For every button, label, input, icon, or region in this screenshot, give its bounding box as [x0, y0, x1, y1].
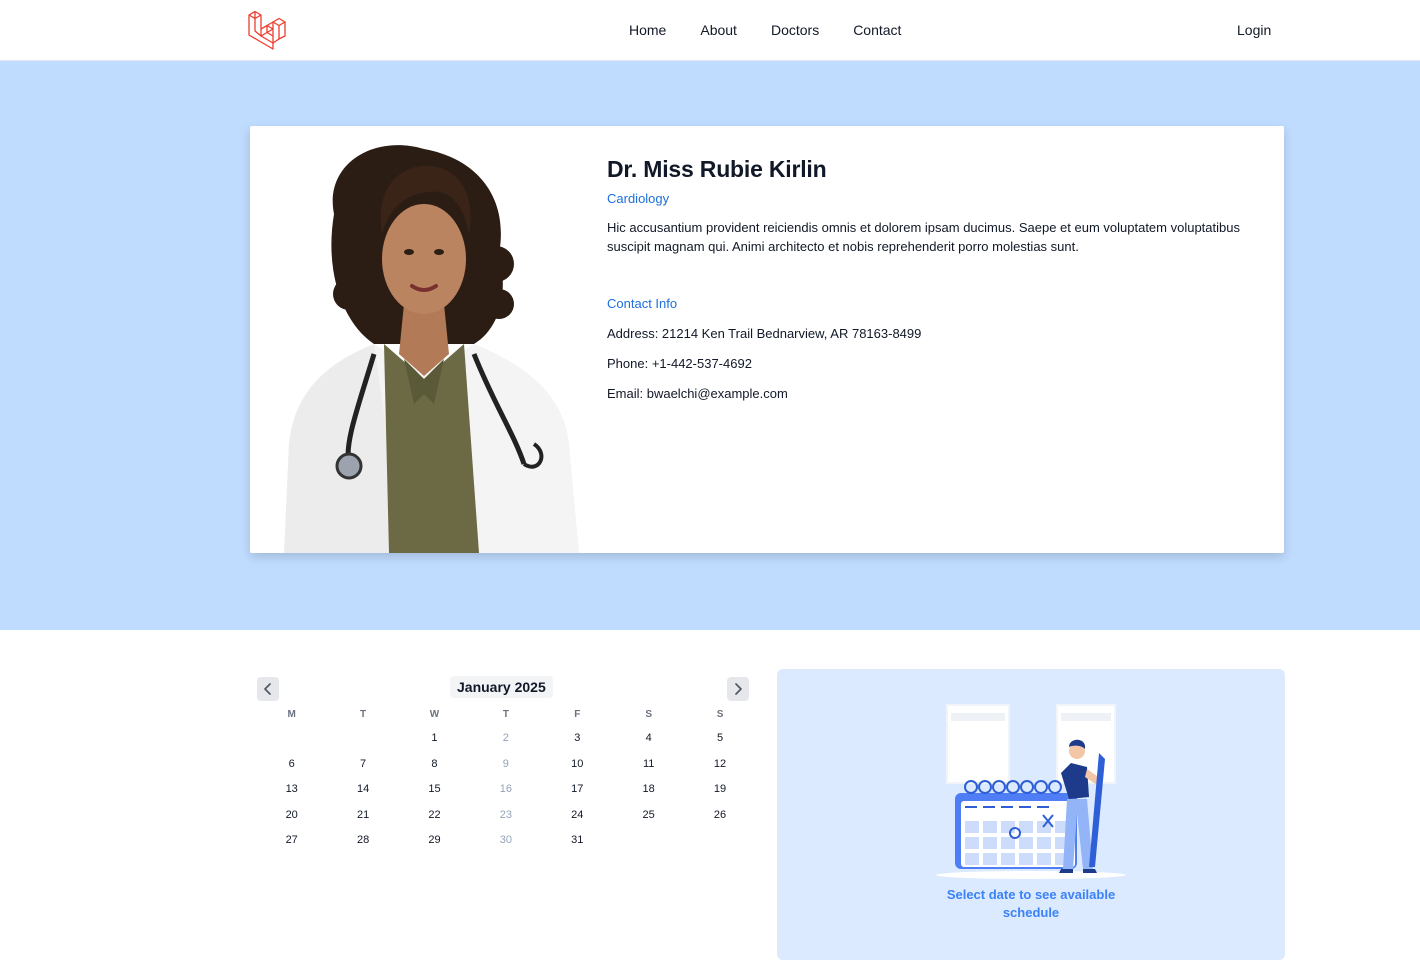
weekday-label: M: [287, 709, 296, 720]
calendar-header: January 2025: [256, 676, 750, 702]
schedule-panel: Select date to see available schedule: [777, 669, 1285, 960]
calendar-day: 23: [499, 808, 512, 821]
calendar-day[interactable]: 15: [399, 781, 470, 807]
nav-contact-link[interactable]: Contact: [853, 22, 901, 38]
previous-month-button[interactable]: [257, 677, 279, 701]
calendar-day[interactable]: 24: [542, 807, 613, 833]
calendar-day[interactable]: 11: [613, 756, 684, 782]
doctor-email: Email: bwaelchi@example.com: [607, 386, 788, 401]
calendar-day[interactable]: 21: [327, 807, 398, 833]
login-link[interactable]: Login: [1237, 22, 1271, 38]
calendar-day[interactable]: 13: [256, 781, 327, 807]
weekday-header-row: M T W T F S S: [256, 709, 750, 725]
calendar-day: 16: [499, 783, 512, 795]
weekday-label: S: [645, 709, 652, 720]
calendar-day[interactable]: 27: [256, 832, 327, 858]
appointment-calendar: January 2025 M T W T F S S 1 2 3 4 5 6 7 8 9 10 11…: [256, 676, 750, 858]
calendar-day[interactable]: 29: [399, 832, 470, 858]
calendar-day[interactable]: 7: [327, 756, 398, 782]
calendar-day[interactable]: 3: [542, 730, 613, 756]
doctor-profile-card: Dr. Miss Rubie Kirlin Cardiology Hic acc…: [250, 126, 1284, 553]
doctor-name: Dr. Miss Rubie Kirlin: [607, 156, 827, 182]
calendar-day[interactable]: 25: [613, 807, 684, 833]
calendar-day: 30: [499, 834, 512, 846]
nav-about-link[interactable]: About: [700, 22, 737, 38]
calendar-day[interactable]: 26: [684, 807, 755, 833]
doctor-specialty: Cardiology: [607, 191, 670, 206]
calendar-blank-cell: [327, 730, 398, 756]
main-nav: Home About Doctors Contact: [629, 22, 901, 38]
doctor-phone: Phone: +1-442-537-4692: [607, 356, 752, 371]
calendar-day[interactable]: 6: [256, 756, 327, 782]
calendar-day[interactable]: 20: [256, 807, 327, 833]
calendar-day: 9: [502, 757, 509, 770]
schedule-hint-text: Select date to see available schedule: [946, 887, 1116, 920]
doctor-bio: Hic accusantium provident reiciendis omn…: [607, 220, 1240, 254]
top-navbar: Home About Doctors Contact Login: [0, 0, 1420, 61]
calendar-day[interactable]: 4: [613, 730, 684, 756]
calendar-day: 2: [502, 732, 509, 744]
doctor-hero-section: Dr. Miss Rubie Kirlin Cardiology Hic acc…: [0, 61, 1420, 630]
contact-info-heading: Contact Info: [607, 296, 678, 311]
calendar-day[interactable]: 5: [684, 730, 755, 756]
nav-doctors-link[interactable]: Doctors: [771, 22, 819, 38]
calendar-day[interactable]: 10: [542, 756, 613, 782]
calendar-day[interactable]: 1: [399, 730, 470, 756]
calendar-blank-cell: [256, 730, 327, 756]
calendar-day[interactable]: 31: [542, 832, 613, 858]
weekday-label: T: [502, 709, 509, 720]
doctor-photo: [284, 145, 579, 553]
doctor-address: Address: 21214 Ken Trail Bednarview, AR …: [607, 326, 922, 341]
weekday-label: F: [574, 709, 581, 720]
calendar-day[interactable]: 12: [684, 756, 755, 782]
nav-home-link[interactable]: Home: [629, 22, 666, 38]
doctor-info: Dr. Miss Rubie Kirlin Cardiology Hic acc…: [607, 156, 1267, 401]
weekday-label: T: [360, 709, 367, 720]
calendar-month-label[interactable]: January 2025: [450, 676, 553, 698]
weekday-label: W: [429, 709, 440, 720]
weekday-label: S: [716, 709, 724, 720]
calendar-day[interactable]: 28: [327, 832, 398, 858]
calendar-day[interactable]: 19: [684, 781, 755, 807]
calendar-day[interactable]: 18: [613, 781, 684, 807]
calendar-day[interactable]: 22: [399, 807, 470, 833]
calendar-planning-illustration: [936, 704, 1126, 879]
laravel-logo-icon[interactable]: [247, 9, 289, 51]
calendar-day[interactable]: 17: [542, 781, 613, 807]
calendar-day[interactable]: 14: [327, 781, 398, 807]
calendar-days-grid: 1 2 3 4 5 6 7 8 9 10 11 12 13 14 15 16 17 18 19 20 21 22 23 24 2…: [256, 730, 750, 858]
next-month-button[interactable]: [727, 677, 749, 701]
calendar-day[interactable]: 8: [399, 756, 470, 782]
chevron-left-icon: [264, 683, 271, 695]
chevron-right-icon: [735, 683, 742, 695]
